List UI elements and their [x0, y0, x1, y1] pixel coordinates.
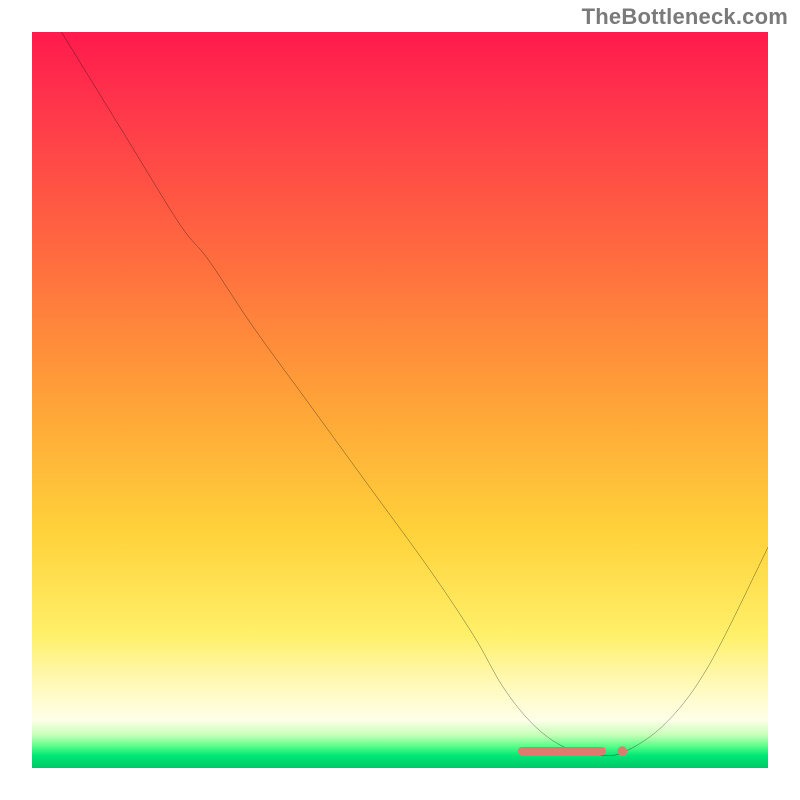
- chart-stage: TheBottleneck.com: [0, 0, 800, 800]
- marker-layer: [32, 32, 768, 768]
- watermark-text: TheBottleneck.com: [582, 4, 788, 30]
- minimum-marker: [518, 746, 627, 756]
- plot-area: [32, 32, 768, 768]
